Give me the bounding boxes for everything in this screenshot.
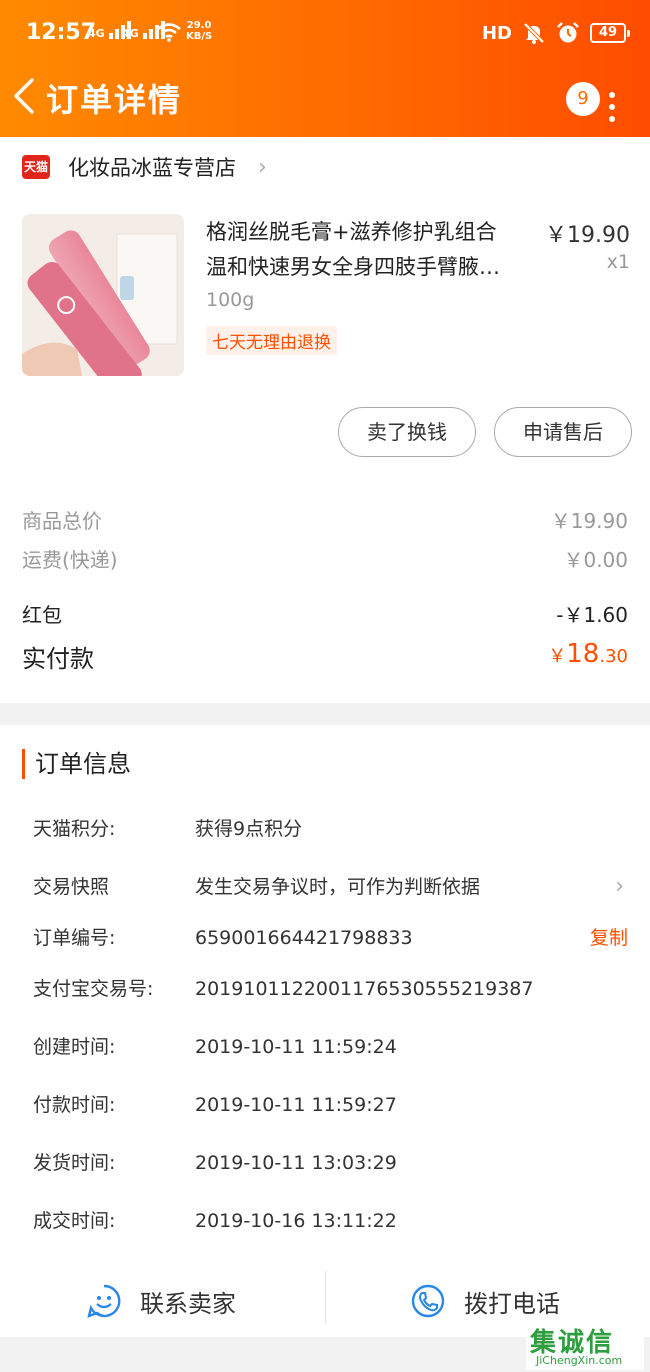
contact-seller-button[interactable]: 联系卖家 (86, 1265, 236, 1337)
order-number-row: 订单编号: 659001664421798833 复制 (33, 924, 628, 952)
payment-time-row: 付款时间: 2019-10-11 11:59:27 (33, 1094, 397, 1116)
phone-icon (411, 1284, 445, 1318)
shipping-value: ￥0.00 (563, 548, 628, 572)
red-packet-label: 红包 (22, 603, 62, 627)
mute-bell-icon (523, 22, 545, 44)
goods-total-label: 商品总价 (22, 509, 102, 533)
page-title: 订单详情 (46, 81, 183, 119)
sell-for-cash-button[interactable]: 卖了换钱 (338, 407, 476, 457)
closed-time-row: 成交时间: 2019-10-16 13:11:22 (33, 1210, 397, 1232)
store-link[interactable]: 天猫 化妆品冰蓝专营店 › (22, 151, 267, 183)
paid-amount-label: 实付款 (22, 645, 94, 673)
copy-button[interactable]: 复制 (590, 924, 628, 952)
status-time: 12:57 (26, 20, 97, 45)
chevron-right-icon: › (615, 874, 624, 899)
alipay-number-row: 支付宝交易号: 2019101122001176530555219387 (33, 978, 534, 1000)
back-arrow-icon[interactable] (10, 74, 38, 118)
site-watermark: 集诚信 JiChengXin.com (526, 1322, 644, 1370)
after-sale-button[interactable]: 申请售后 (494, 407, 632, 457)
created-time-row: 创建时间: 2019-10-11 11:59:24 (33, 1036, 397, 1058)
shipping-row: 运费(快递) ￥0.00 (22, 544, 628, 573)
product-title[interactable]: 格润丝脱毛膏+滋养修护乳组合 温和快速男女全身四肢手臂腋… (206, 215, 536, 285)
chevron-right-icon: › (258, 154, 267, 180)
chat-smile-icon (87, 1284, 121, 1318)
red-packet-value: -￥1.60 (556, 603, 628, 627)
divider (325, 1271, 326, 1323)
order-number-value: 659001664421798833 (195, 927, 413, 949)
paid-amount-row: 实付款 ￥18.30 (22, 639, 628, 674)
points-row: 天猫积分: 获得9点积分 (33, 818, 303, 840)
alarm-icon (557, 22, 579, 43)
order-info-card: 订单信息 天猫积分: 获得9点积分 交易快照 发生交易争议时，可作为判断依据 ›… (0, 725, 650, 1337)
snapshot-row[interactable]: 交易快照 发生交易争议时，可作为判断依据 › (33, 873, 628, 901)
nav-bar: 订单详情 9 (0, 66, 650, 137)
hd-indicator: HD (481, 22, 512, 44)
product-image[interactable] (22, 214, 184, 376)
red-packet-row: 红包 -￥1.60 (22, 599, 628, 628)
status-bar: 12:57 4G 4G 29.0 KB/S HD 49 (0, 0, 650, 66)
goods-total-value: ￥19.90 (550, 509, 628, 533)
battery-icon: 49 (590, 23, 630, 43)
more-menu-button[interactable]: 9 (566, 82, 616, 122)
notification-badge: 9 (566, 82, 600, 116)
order-product-card: 天猫 化妆品冰蓝专营店 › 格润丝脱毛膏+滋养修护乳组合 温和快速男女全身四肢手… (0, 137, 650, 703)
network-speed: 29.0 KB/S (186, 20, 213, 42)
product-spec: 100g (206, 289, 255, 311)
return-policy-tag: 七天无理由退换 (206, 326, 337, 355)
wifi-icon (157, 23, 181, 42)
app-header: 12:57 4G 4G 29.0 KB/S HD 49 订单详情 9 (0, 0, 650, 137)
order-info-title: 订单信息 (22, 749, 131, 779)
product-price: ￥19.90 (545, 223, 630, 248)
status-right: HD 49 (481, 20, 630, 46)
tmall-logo: 天猫 (22, 155, 50, 179)
shipping-label: 运费(快递) (22, 548, 118, 572)
paid-amount-value: ￥18.30 (548, 639, 628, 669)
shipped-time-row: 发货时间: 2019-10-11 13:03:29 (33, 1152, 397, 1174)
goods-total-row: 商品总价 ￥19.90 (22, 505, 628, 534)
store-name: 化妆品冰蓝专营店 (68, 156, 236, 180)
product-quantity: x1 (606, 251, 630, 273)
